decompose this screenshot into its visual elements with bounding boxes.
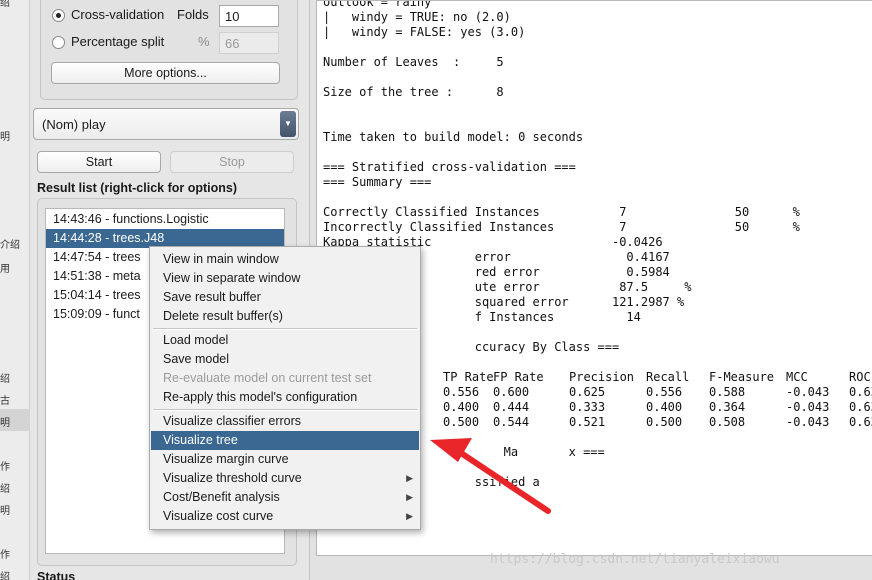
red-arrow-icon <box>430 438 551 514</box>
